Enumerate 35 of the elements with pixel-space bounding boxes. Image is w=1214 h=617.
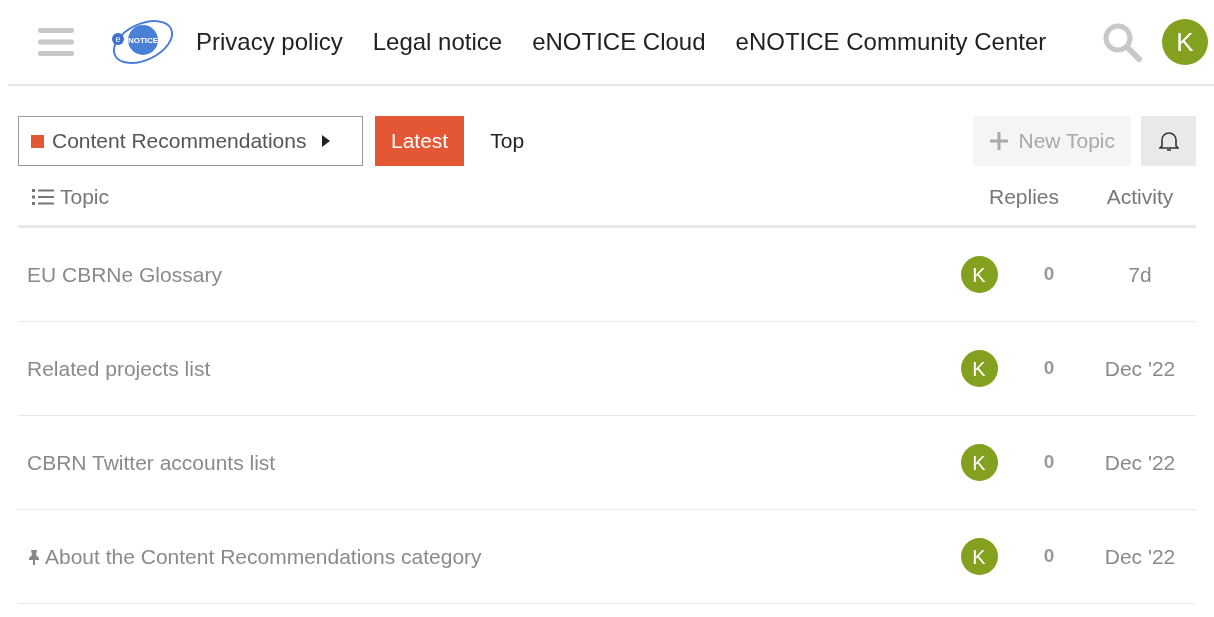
topic-link[interactable]: EU CBRNe Glossary [27, 258, 222, 291]
user-avatar[interactable]: K [960, 538, 998, 575]
reply-count: 0 [1042, 544, 1056, 569]
reply-count: 0 [1042, 356, 1056, 381]
column-header[interactable]: Replies [964, 180, 1084, 213]
reply-count: 0 [1042, 262, 1056, 287]
user-avatar[interactable]: K [960, 350, 998, 387]
nav-link[interactable]: Privacy policy [196, 24, 343, 60]
user-avatar[interactable]: K [960, 256, 998, 293]
bell-icon [1158, 130, 1179, 152]
plus-icon [988, 131, 1009, 151]
list-icon [32, 187, 54, 206]
notification-button[interactable] [1141, 116, 1196, 166]
nav-link[interactable]: Legal notice [372, 24, 503, 60]
topic-link[interactable]: CBRN Twitter accounts list [27, 446, 276, 479]
nav-tab[interactable]: Latest [375, 116, 465, 166]
category-dropdown[interactable]: Content Recommendations [18, 116, 363, 166]
column-header[interactable]: Topic [60, 180, 110, 213]
topic-link[interactable]: Related projects list [27, 352, 211, 385]
pin-icon [27, 548, 41, 565]
topic-link[interactable]: About the Content Recommendations category [45, 540, 482, 573]
activity-time[interactable]: Dec '22 [1084, 446, 1196, 479]
user-avatar[interactable]: K [960, 444, 998, 481]
activity-time[interactable]: Dec '22 [1084, 352, 1196, 385]
user-avatar[interactable]: K [1162, 19, 1208, 65]
nav-link[interactable]: eNOTICE Community Center [735, 24, 1047, 60]
search-icon[interactable] [1102, 22, 1142, 62]
activity-time[interactable]: Dec '22 [1084, 540, 1196, 573]
nav-link[interactable]: eNOTICE Cloud [532, 24, 706, 60]
activity-time[interactable]: 7d [1084, 258, 1196, 291]
nav-tab[interactable]: Top [474, 116, 541, 166]
reply-count: 0 [1042, 450, 1056, 475]
menu-icon[interactable] [38, 27, 74, 57]
caret-icon [322, 135, 331, 147]
column-header[interactable]: Activity [1084, 180, 1196, 213]
